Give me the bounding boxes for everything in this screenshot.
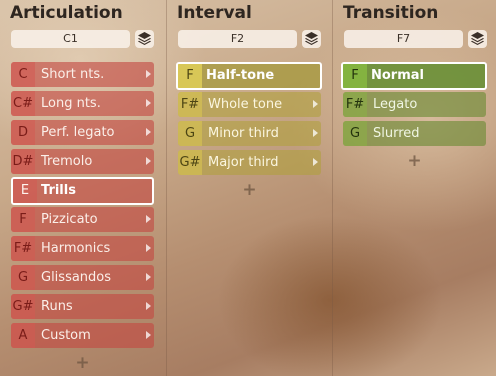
item-key: F: [178, 64, 202, 88]
item-label: Minor third: [208, 126, 279, 141]
articulation-item-runs[interactable]: G# Runs: [11, 294, 154, 319]
chevron-right-icon[interactable]: [146, 215, 151, 223]
layers-icon[interactable]: [468, 30, 487, 48]
item-label: Custom: [41, 328, 91, 343]
item-label: Normal: [371, 68, 424, 83]
interval-keyswitch-field[interactable]: F2: [178, 30, 297, 48]
item-key: C#: [11, 91, 35, 116]
item-key: A: [11, 323, 35, 348]
item-key: G#: [11, 294, 35, 319]
interval-column: Interval F2 F Half-tone F# Whole tone G …: [166, 0, 331, 376]
item-key: C: [11, 62, 35, 87]
articulation-item-harmonics[interactable]: F# Harmonics: [11, 236, 154, 261]
item-label: Major third: [208, 155, 279, 170]
chevron-right-icon[interactable]: [313, 100, 318, 108]
articulation-item-tremolo[interactable]: D# Tremolo: [11, 149, 154, 174]
interval-item-major-third[interactable]: G# Major third: [178, 150, 321, 175]
item-label: Half-tone: [206, 68, 275, 83]
chevron-right-icon[interactable]: [313, 158, 318, 166]
layers-icon[interactable]: [135, 30, 154, 48]
articulation-title: Articulation: [10, 3, 123, 23]
transition-title: Transition: [343, 3, 439, 23]
transition-item-slurred[interactable]: G Slurred: [343, 121, 486, 146]
transition-column: Transition F7 F Normal F# Legato G Slurr…: [332, 0, 496, 376]
item-label: Short nts.: [41, 67, 105, 82]
item-key: G: [178, 121, 202, 146]
item-key: G#: [178, 150, 202, 175]
item-key: F: [343, 64, 367, 88]
interval-item-half-tone[interactable]: F Half-tone: [176, 62, 322, 90]
item-label: Perf. legato: [41, 125, 115, 140]
articulation-item-long-notes[interactable]: C# Long nts.: [11, 91, 154, 116]
chevron-right-icon[interactable]: [146, 128, 151, 136]
transition-item-normal[interactable]: F Normal: [341, 62, 487, 90]
articulation-item-custom[interactable]: A Custom: [11, 323, 154, 348]
item-label: Harmonics: [41, 241, 111, 256]
item-label: Long nts.: [41, 96, 101, 111]
chevron-right-icon[interactable]: [146, 70, 151, 78]
plus-icon[interactable]: +: [11, 354, 154, 372]
item-label: Tremolo: [41, 154, 93, 169]
chevron-right-icon[interactable]: [146, 273, 151, 281]
chevron-right-icon[interactable]: [146, 244, 151, 252]
item-label: Runs: [41, 299, 73, 314]
item-key: G: [11, 265, 35, 290]
item-key: D: [11, 120, 35, 145]
articulation-item-pizzicato[interactable]: F Pizzicato: [11, 207, 154, 232]
articulation-item-trills[interactable]: E Trills: [11, 177, 154, 205]
chevron-right-icon[interactable]: [146, 99, 151, 107]
articulation-item-glissandos[interactable]: G Glissandos: [11, 265, 154, 290]
interval-title: Interval: [177, 3, 252, 23]
item-key: F#: [11, 236, 35, 261]
item-label: Whole tone: [208, 97, 283, 112]
chevron-right-icon[interactable]: [146, 331, 151, 339]
plus-icon[interactable]: +: [343, 152, 486, 170]
articulation-keyswitch-field[interactable]: C1: [11, 30, 130, 48]
item-key: G: [343, 121, 367, 146]
articulation-item-short-notes[interactable]: C Short nts.: [11, 62, 154, 87]
item-label: Legato: [373, 97, 418, 112]
chevron-right-icon[interactable]: [146, 302, 151, 310]
layers-icon[interactable]: [302, 30, 321, 48]
item-key: F#: [178, 92, 202, 117]
interval-item-minor-third[interactable]: G Minor third: [178, 121, 321, 146]
articulation-column: Articulation C1 C Short nts. C# Long nts…: [0, 0, 165, 376]
item-label: Trills: [41, 183, 76, 198]
item-key: D#: [11, 149, 35, 174]
item-label: Pizzicato: [41, 212, 98, 227]
item-key: F#: [343, 92, 367, 117]
item-label: Slurred: [373, 126, 420, 141]
item-key: E: [13, 179, 37, 203]
item-label: Glissandos: [41, 270, 112, 285]
interval-item-whole-tone[interactable]: F# Whole tone: [178, 92, 321, 117]
chevron-right-icon[interactable]: [146, 157, 151, 165]
transition-item-legato[interactable]: F# Legato: [343, 92, 486, 117]
plus-icon[interactable]: +: [178, 181, 321, 199]
chevron-right-icon[interactable]: [313, 129, 318, 137]
transition-keyswitch-field[interactable]: F7: [344, 30, 463, 48]
item-key: F: [11, 207, 35, 232]
articulation-item-perf-legato[interactable]: D Perf. legato: [11, 120, 154, 145]
